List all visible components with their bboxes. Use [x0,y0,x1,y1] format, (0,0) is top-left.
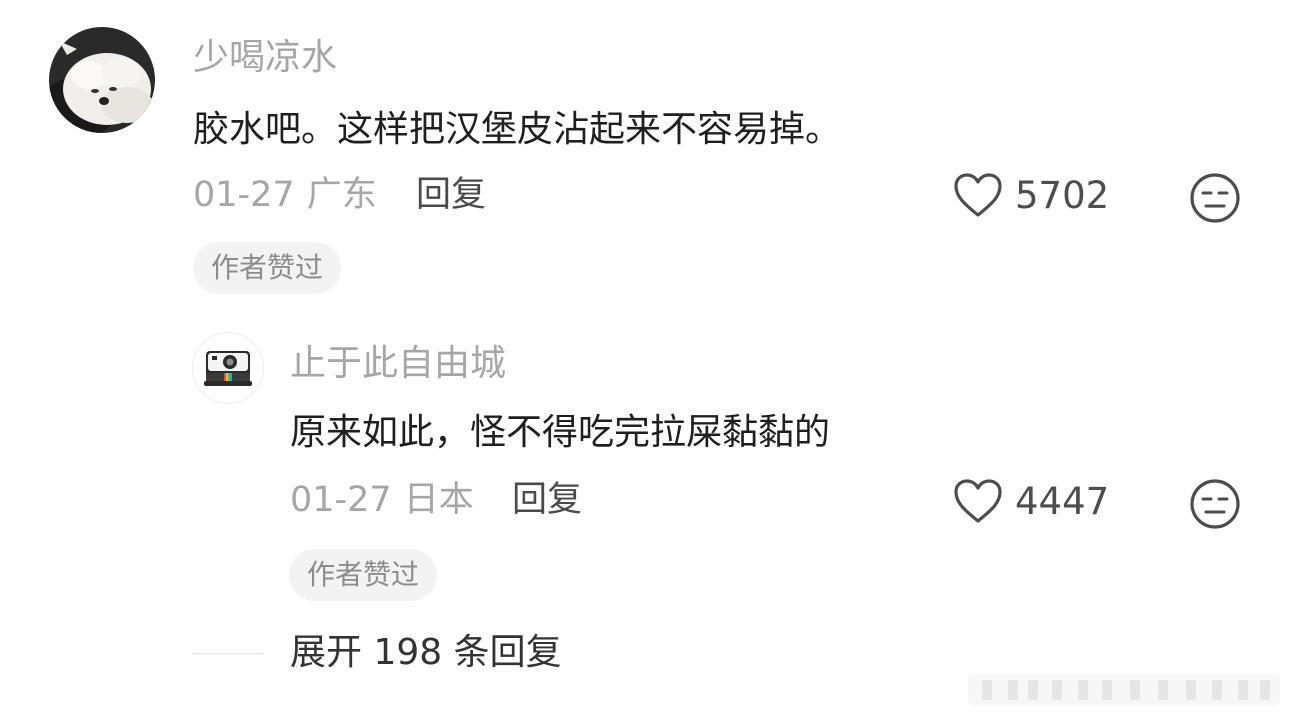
reply-button[interactable]: 回复 [416,178,486,213]
heart-icon [954,479,1002,523]
like-button[interactable]: 4447 [953,478,1109,524]
comment-text: 胶水吧。这样把汉堡皮沾起来不容易掉。 [193,109,842,150]
dog-avatar-icon [49,27,155,133]
comment-meta: 01-27 日本 [290,483,474,518]
comment-meta: 01-27 广东 [193,178,377,213]
comment-location: 广东 [306,175,377,215]
dislike-button[interactable] [1189,478,1241,534]
camera-avatar-icon [192,332,264,404]
like-count: 5702 [1015,173,1110,217]
unamused-face-icon [1190,173,1240,223]
watermark-icon [968,674,1280,706]
user-avatar[interactable] [192,332,264,404]
comment-username[interactable]: 止于此自由城 [290,346,506,382]
comment-location: 日本 [403,480,474,520]
expand-replies-button[interactable]: 展开 198 条回复 [290,635,562,671]
author-liked-badge: 作者赞过 [289,549,438,601]
reply-button[interactable]: 回复 [512,483,582,518]
author-liked-badge: 作者赞过 [193,242,342,294]
like-count: 4447 [1015,479,1110,523]
comment-username[interactable]: 少喝凉水 [193,40,337,76]
dislike-button[interactable] [1189,172,1241,228]
user-avatar[interactable] [49,27,155,133]
expand-divider [193,653,263,654]
unamused-face-icon [1190,479,1240,529]
heart-icon [954,173,1002,217]
comment-text: 原来如此，怪不得吃完拉屎黏黏的 [290,412,831,453]
comment-date: 01-27 [193,175,295,215]
like-button[interactable]: 5702 [953,172,1109,218]
comment-date: 01-27 [290,480,392,520]
